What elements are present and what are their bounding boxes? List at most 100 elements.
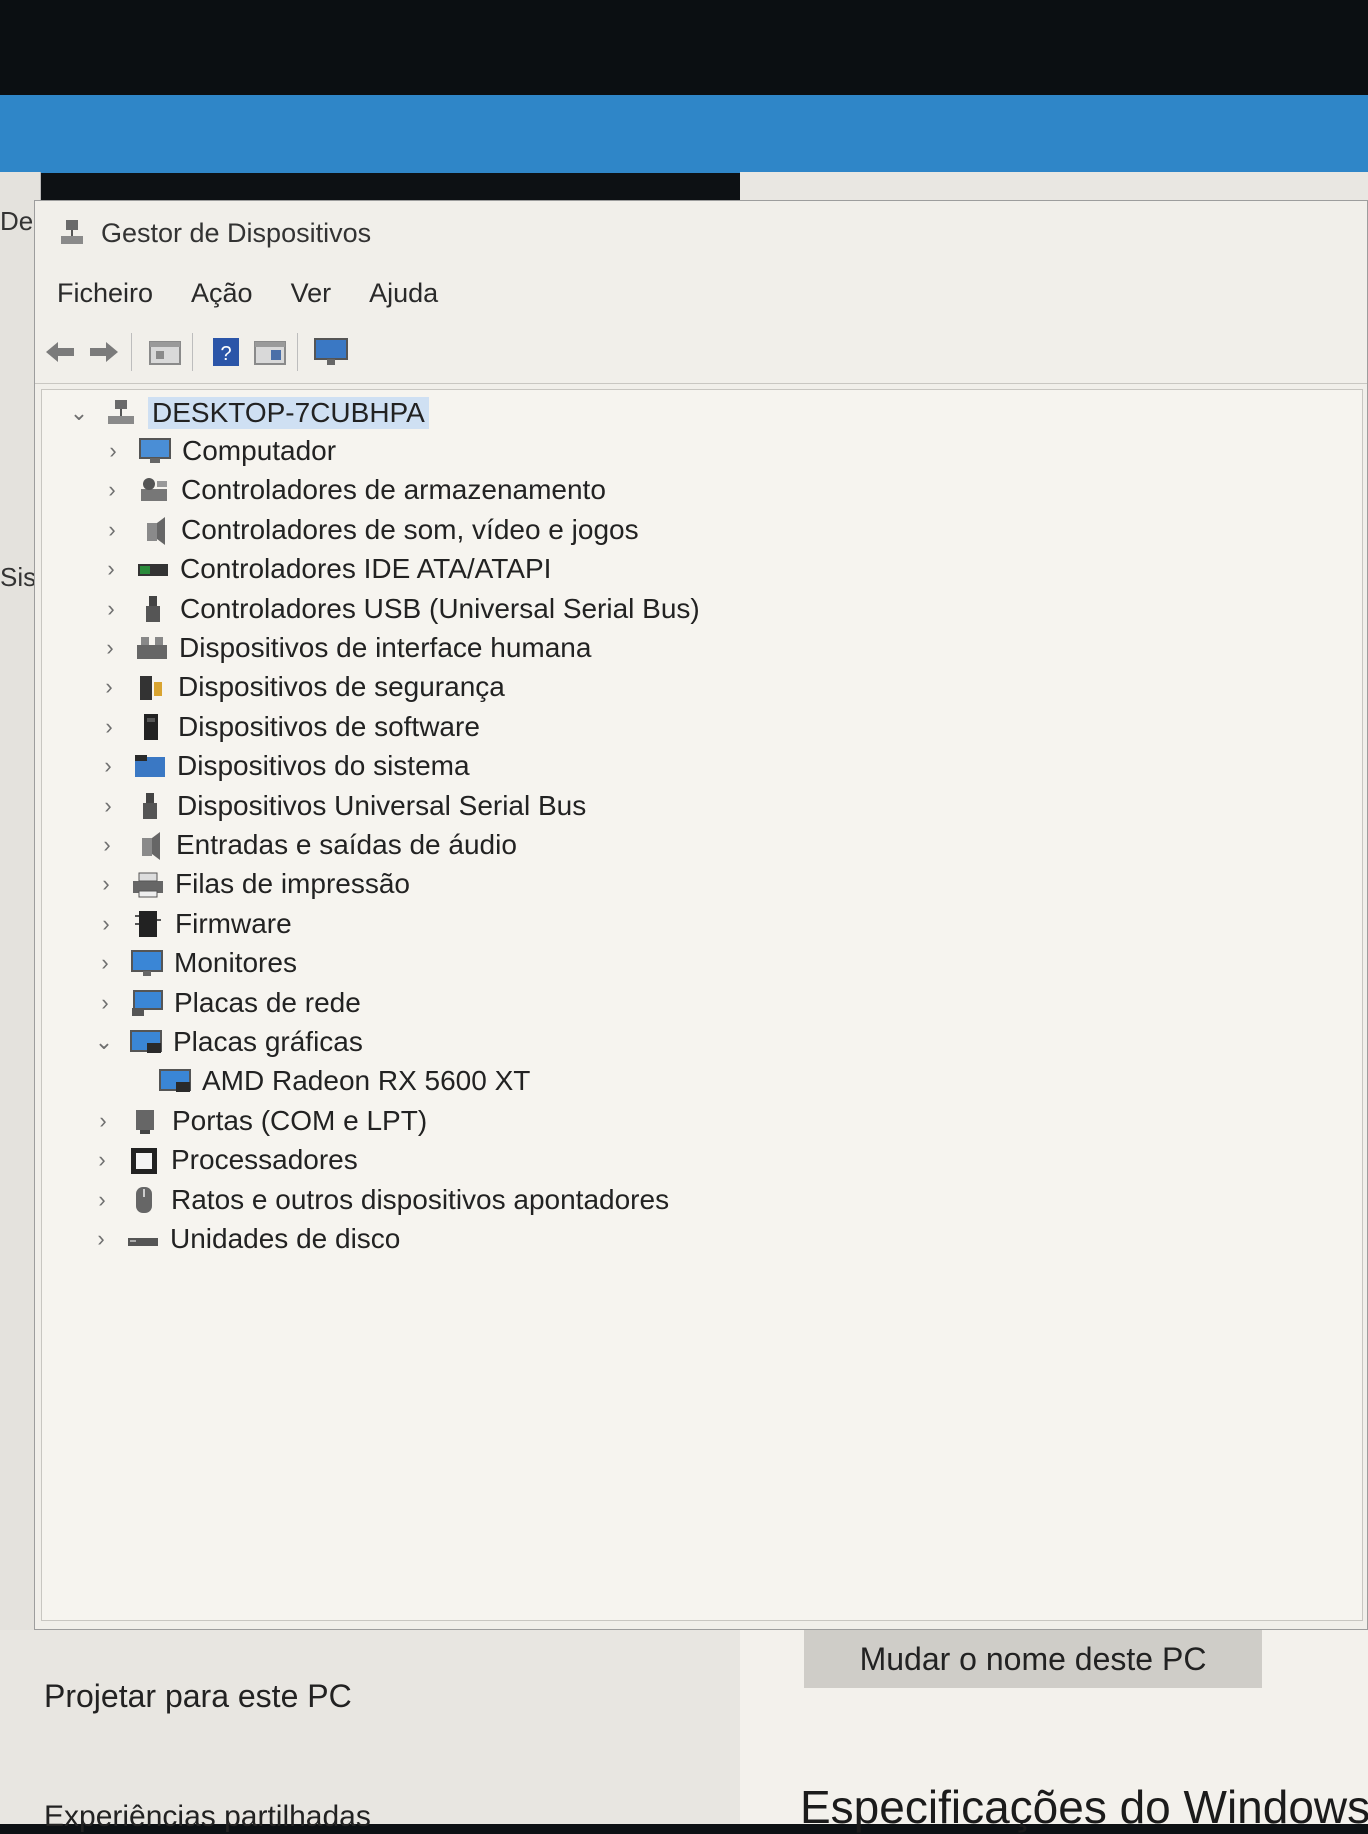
tree-category-item[interactable]: › Entradas e saídas de áudio (94, 824, 517, 866)
tree-category-item[interactable]: › Unidades de disco (88, 1218, 400, 1260)
tree-category-item[interactable]: › Dispositivos de segurança (96, 666, 505, 708)
menu-ficheiro[interactable]: Ficheiro (57, 278, 153, 309)
usb-icon (133, 791, 167, 821)
monitor-bezel (0, 0, 1368, 95)
back-arrow-icon[interactable] (41, 333, 79, 371)
tree-category-item[interactable]: › Computador (100, 430, 336, 472)
tree-category-item[interactable]: › Dispositivos do sistema (95, 745, 470, 787)
tree-category-item[interactable]: › Processadores (89, 1139, 357, 1181)
window-titlebar: Gestor de Dispositivos (35, 201, 1367, 265)
computer-tree-root-icon (104, 398, 138, 428)
svg-text:?: ? (220, 343, 231, 365)
chevron-right-icon[interactable]: › (89, 1179, 115, 1221)
monitor-icon[interactable] (312, 333, 350, 371)
chevron-right-icon[interactable]: › (96, 706, 122, 748)
chevron-right-icon[interactable]: › (93, 903, 119, 945)
tree-category-item[interactable]: › Controladores de armazenamento (99, 469, 606, 511)
chevron-right-icon[interactable]: › (93, 863, 119, 905)
firmware-icon (131, 909, 165, 939)
window-title: Gestor de Dispositivos (101, 217, 372, 248)
menu-ajuda[interactable]: Ajuda (369, 278, 438, 309)
chevron-right-icon[interactable]: › (92, 982, 118, 1024)
tree-item-label: Dispositivos de software (178, 711, 480, 742)
background-settings-strip (740, 172, 1368, 202)
tree-item-label: Dispositivos Universal Serial Bus (177, 790, 587, 821)
chevron-right-icon[interactable]: › (99, 469, 125, 511)
help-icon[interactable]: ? (207, 333, 245, 371)
tree-item-label: Controladores IDE ATA/ATAPI (180, 553, 552, 584)
usb-icon (136, 594, 170, 624)
ide-controller-icon (136, 554, 170, 584)
toolbar-separator (297, 333, 298, 371)
tree-item-label: Dispositivos de interface humana (179, 632, 592, 663)
display-adapter-icon (129, 1027, 163, 1057)
disk-drive-icon (126, 1224, 160, 1254)
chevron-right-icon[interactable]: › (96, 666, 122, 708)
tree-category-item[interactable]: › Placas de rede (92, 982, 361, 1024)
chevron-right-icon[interactable]: › (89, 1139, 115, 1181)
chevron-right-icon[interactable]: › (98, 548, 124, 590)
tree-category-item[interactable]: ⌄ Placas gráficas (91, 1021, 363, 1063)
menu-acao[interactable]: Ação (191, 278, 253, 309)
tree-category-item[interactable]: › Filas de impressão (93, 863, 410, 905)
chevron-right-icon[interactable]: › (95, 745, 121, 787)
tree-category-item[interactable]: › Ratos e outros dispositivos apontadores (89, 1179, 669, 1221)
tree-category-item[interactable]: › Dispositivos de software (96, 706, 480, 748)
tree-category-item[interactable]: › Controladores USB (Universal Serial Bus… (98, 588, 700, 630)
software-device-icon (134, 712, 168, 742)
background-settings-nav (0, 1630, 740, 1824)
chevron-right-icon[interactable]: › (88, 1218, 114, 1260)
menu-bar: Ficheiro Ação Ver Ajuda (35, 265, 1367, 321)
toolbar-separator (192, 333, 193, 371)
chevron-down-icon[interactable]: ⌄ (91, 1021, 117, 1063)
tree-category-item[interactable]: › Controladores de som, vídeo e jogos (99, 509, 639, 551)
tree-item-label: Unidades de disco (170, 1223, 401, 1254)
tree-category-item[interactable]: › Dispositivos de interface humana (97, 627, 591, 669)
printer-icon (131, 869, 165, 899)
sidebar-fragment: Sis (0, 562, 37, 592)
nav-item-experiencias[interactable]: Experiências partilhadas (44, 1800, 371, 1834)
properties-icon[interactable] (146, 333, 184, 371)
chevron-right-icon[interactable]: › (100, 430, 126, 472)
speaker-icon (132, 830, 166, 860)
windows-specs-heading: Especificações do Windows (800, 1781, 1368, 1833)
chevron-right-icon[interactable]: › (90, 1100, 116, 1142)
port-icon (128, 1106, 162, 1136)
update-driver-icon[interactable] (251, 333, 289, 371)
device-tree: ⌄ DESKTOP-7CUBHPA › Computador › Controlado… (41, 389, 1363, 1621)
nav-item-projetar[interactable]: Projetar para este PC (44, 1678, 352, 1715)
chevron-right-icon[interactable]: › (94, 824, 120, 866)
chevron-down-icon[interactable]: ⌄ (66, 392, 92, 434)
monitor-icon (130, 948, 164, 978)
chevron-right-icon[interactable]: › (95, 785, 121, 827)
speaker-icon (137, 515, 171, 545)
toolbar-separator (131, 333, 132, 371)
system-folder-icon (133, 751, 167, 781)
tree-root[interactable]: ⌄ DESKTOP-7CUBHPA (66, 392, 429, 434)
tree-item-label: Controladores USB (Universal Serial Bus) (180, 593, 700, 624)
network-adapter-icon (130, 988, 164, 1018)
device-manager-window: Gestor de Dispositivos Ficheiro Ação Ver… (34, 200, 1368, 1630)
tree-category-item[interactable]: › Dispositivos Universal Serial Bus (95, 785, 586, 827)
menu-ver[interactable]: Ver (291, 278, 332, 309)
display-adapter-icon (158, 1066, 192, 1096)
tree-item-label: Controladores de armazenamento (181, 474, 606, 505)
tree-device-item[interactable]: AMD Radeon RX 5600 XT (146, 1060, 530, 1102)
hid-icon (135, 633, 169, 663)
chevron-right-icon[interactable]: › (92, 942, 118, 984)
chevron-right-icon[interactable]: › (97, 627, 123, 669)
chevron-right-icon[interactable]: › (98, 588, 124, 630)
tree-item-label: Ratos e outros dispositivos apontadores (171, 1184, 670, 1215)
chevron-right-icon[interactable]: › (99, 509, 125, 551)
tree-category-item[interactable]: › Firmware (93, 903, 291, 945)
forward-arrow-icon[interactable] (85, 333, 123, 371)
tree-category-item[interactable]: › Monitores (92, 942, 297, 984)
tree-item-label: Dispositivos do sistema (177, 750, 470, 781)
tree-category-item[interactable]: › Portas (COM e LPT) (90, 1100, 427, 1142)
mouse-icon (127, 1185, 161, 1215)
root-label: DESKTOP-7CUBHPA (148, 397, 429, 429)
rename-pc-button[interactable]: Mudar o nome deste PC (804, 1630, 1262, 1688)
tree-item-label: Placas de rede (174, 987, 361, 1018)
background-window-titlebar (0, 95, 1368, 173)
tree-category-item[interactable]: › Controladores IDE ATA/ATAPI (98, 548, 551, 590)
